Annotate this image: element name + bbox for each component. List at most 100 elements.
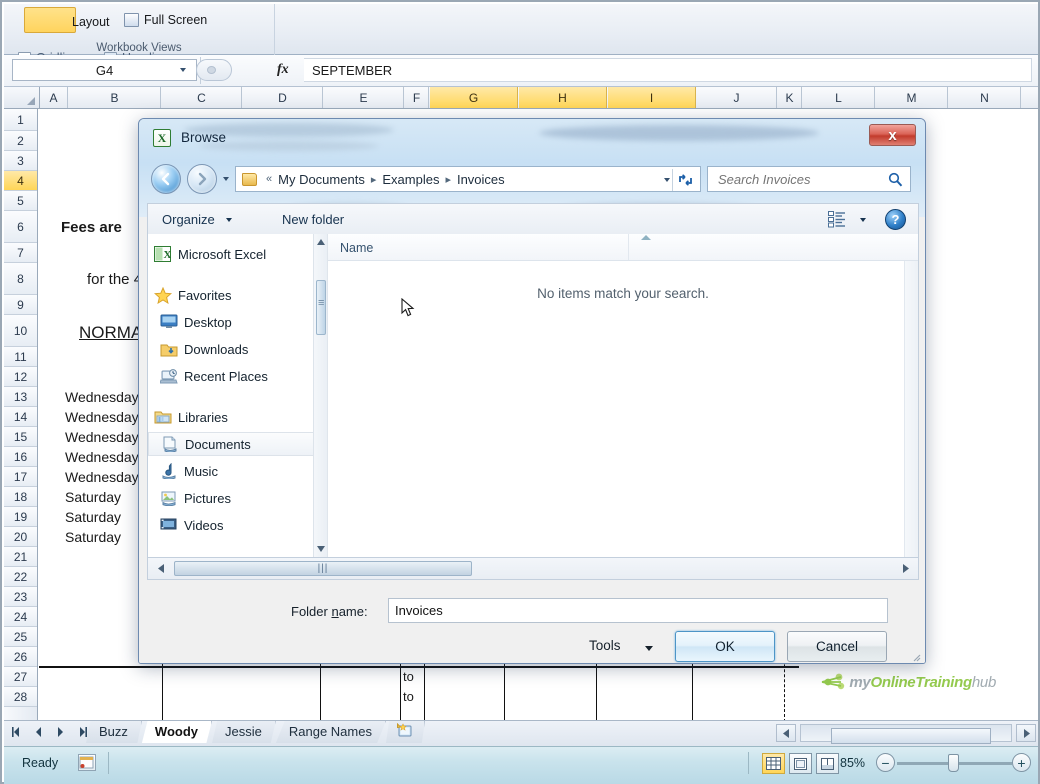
- column-header-m[interactable]: M: [876, 87, 948, 108]
- row-header-6[interactable]: 6: [4, 211, 37, 243]
- insert-function-icon[interactable]: fx: [277, 62, 289, 78]
- nav-item-downloads[interactable]: Downloads: [148, 337, 328, 361]
- change-view-icon[interactable]: [828, 211, 846, 228]
- scroll-left-icon[interactable]: [153, 561, 168, 576]
- column-header-k[interactable]: K: [778, 87, 802, 108]
- column-header-n[interactable]: N: [949, 87, 1021, 108]
- cell-text-row-19[interactable]: Saturday: [65, 509, 121, 525]
- normal-view-button[interactable]: [762, 753, 785, 774]
- cell-text-row-6[interactable]: Fees are: [61, 219, 122, 236]
- forward-button[interactable]: [187, 164, 217, 194]
- column-header-c[interactable]: C: [162, 87, 242, 108]
- search-box[interactable]: [707, 166, 911, 192]
- row-header-15[interactable]: 15: [4, 427, 37, 447]
- address-chevron-down-icon[interactable]: [664, 178, 670, 182]
- column-header-b[interactable]: B: [69, 87, 161, 108]
- scrollbar-thumb[interactable]: |||: [174, 561, 472, 576]
- organize-chevron-down-icon[interactable]: [226, 218, 232, 222]
- row-header-1[interactable]: 1: [4, 109, 37, 131]
- nav-item-music[interactable]: Music: [148, 459, 328, 483]
- sheet-tab-range-names[interactable]: Range Names: [275, 721, 386, 743]
- next-sheet-icon[interactable]: [54, 724, 67, 740]
- row-header-13[interactable]: 13: [4, 387, 37, 407]
- row-header-3[interactable]: 3: [4, 151, 37, 171]
- insert-worksheet-button[interactable]: [385, 721, 425, 743]
- navigation-pane-scrollbar[interactable]: [313, 234, 327, 557]
- row-header-20[interactable]: 20: [4, 527, 37, 547]
- breadcrumb-item-invoices[interactable]: Invoices: [456, 172, 506, 187]
- cell-text-row-8[interactable]: for the 4: [87, 271, 142, 288]
- nav-item-videos[interactable]: Videos: [148, 513, 328, 537]
- row-header-11[interactable]: 11: [4, 347, 37, 367]
- row-header-14[interactable]: 14: [4, 407, 37, 427]
- nav-item-libraries[interactable]: Libraries: [148, 405, 328, 429]
- search-icon[interactable]: [888, 172, 903, 187]
- scroll-down-icon[interactable]: [314, 542, 327, 556]
- row-header-5[interactable]: 5: [4, 191, 37, 211]
- address-overflow-icon[interactable]: «: [261, 173, 277, 185]
- column-header-i[interactable]: I: [608, 87, 696, 108]
- full-screen-icon[interactable]: [124, 13, 139, 27]
- column-header-l[interactable]: L: [803, 87, 875, 108]
- row-header-2[interactable]: 2: [4, 131, 37, 151]
- organize-button[interactable]: Organize: [162, 212, 215, 227]
- row-header-18[interactable]: 18: [4, 487, 37, 507]
- tools-chevron-down-icon[interactable]: [645, 646, 653, 651]
- scrollbar-thumb[interactable]: [316, 280, 326, 335]
- row-header-25[interactable]: 25: [4, 627, 37, 647]
- row-header-10[interactable]: 10: [4, 315, 37, 347]
- formula-bar-collapse-icon[interactable]: [207, 66, 216, 74]
- new-folder-button[interactable]: New folder: [282, 212, 344, 227]
- page-layout-view-button[interactable]: [24, 7, 76, 33]
- back-button[interactable]: [151, 164, 181, 194]
- page-layout-view-button[interactable]: [789, 753, 812, 774]
- nav-item-desktop[interactable]: Desktop: [148, 310, 328, 334]
- scroll-right-icon[interactable]: [1016, 724, 1036, 742]
- first-sheet-icon[interactable]: [10, 724, 23, 740]
- browse-dialog[interactable]: X Browse x « My Documents ▸ Examples ▸ I…: [138, 118, 926, 664]
- cell-text-row-17[interactable]: Wednesday: [65, 469, 139, 485]
- formula-input[interactable]: SEPTEMBER: [304, 58, 1032, 82]
- scrollbar-thumb[interactable]: [831, 728, 991, 744]
- column-header-e[interactable]: E: [324, 87, 404, 108]
- cancel-button[interactable]: Cancel: [787, 631, 887, 662]
- scroll-up-icon[interactable]: [314, 235, 327, 249]
- column-header-f[interactable]: F: [405, 87, 429, 108]
- close-button[interactable]: x: [869, 124, 916, 146]
- row-header-26[interactable]: 26: [4, 647, 37, 667]
- cell-text-row-16[interactable]: Wednesday: [65, 449, 139, 465]
- view-chevron-down-icon[interactable]: [860, 218, 866, 222]
- page-break-preview-button[interactable]: [816, 753, 839, 774]
- row-header-23[interactable]: 23: [4, 587, 37, 607]
- scroll-right-icon[interactable]: [898, 561, 913, 576]
- file-list-pane[interactable]: Name No items match your search.: [328, 234, 918, 557]
- breadcrumb-item-examples[interactable]: Examples: [381, 172, 440, 187]
- column-header-a[interactable]: A: [40, 87, 68, 108]
- column-header-h[interactable]: H: [519, 87, 607, 108]
- refresh-icon[interactable]: [674, 171, 696, 189]
- zoom-level-label[interactable]: 85%: [840, 756, 865, 770]
- row-header-8[interactable]: 8: [4, 263, 37, 295]
- row-header-21[interactable]: 21: [4, 547, 37, 567]
- nav-item-microsoft-excel[interactable]: X Microsoft Excel: [148, 242, 328, 266]
- name-box-chevron-down-icon[interactable]: [180, 68, 186, 72]
- file-list-scrollbar[interactable]: [904, 261, 918, 557]
- zoom-slider-thumb[interactable]: [948, 754, 959, 772]
- horizontal-scrollbar[interactable]: [776, 722, 1036, 744]
- navigation-pane[interactable]: X Microsoft Excel Favorites Desktop Download…: [148, 234, 328, 557]
- recent-locations-chevron-down-icon[interactable]: [223, 177, 229, 181]
- row-header-4[interactable]: 4: [4, 171, 37, 191]
- row-header-27[interactable]: 27: [4, 667, 37, 687]
- full-screen-button[interactable]: Full Screen: [144, 13, 207, 27]
- nav-item-recent-places[interactable]: Recent Places: [148, 364, 328, 388]
- previous-sheet-icon[interactable]: [32, 724, 45, 740]
- row-header-22[interactable]: 22: [4, 567, 37, 587]
- folder-name-input[interactable]: Invoices: [388, 598, 888, 623]
- chevron-right-icon[interactable]: ▸: [366, 173, 382, 186]
- cell-text-f28[interactable]: to: [403, 689, 414, 704]
- column-header-g[interactable]: G: [430, 87, 518, 108]
- select-all-corner[interactable]: [4, 87, 40, 108]
- zoom-out-button[interactable]: −: [876, 753, 895, 772]
- row-header-7[interactable]: 7: [4, 243, 37, 263]
- nav-item-pictures[interactable]: Pictures: [148, 486, 328, 510]
